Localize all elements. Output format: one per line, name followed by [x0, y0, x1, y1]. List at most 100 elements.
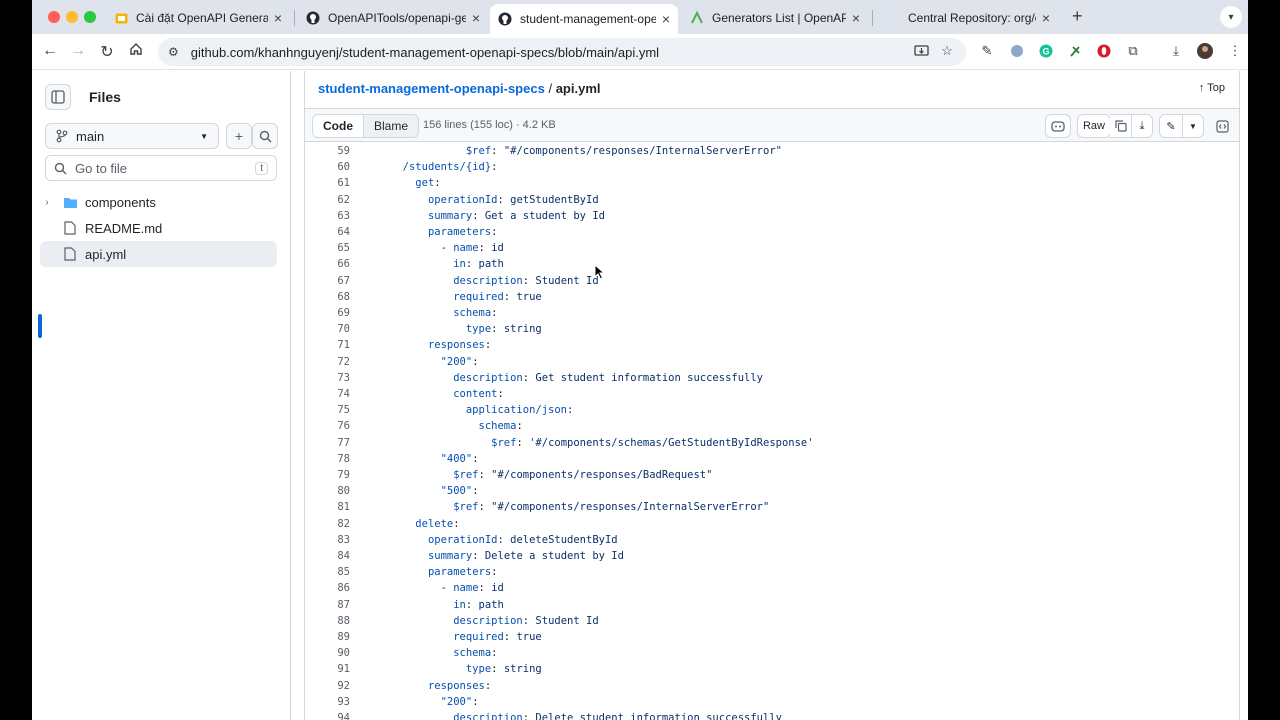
bookmark-star-icon[interactable]: ☆ — [938, 42, 956, 60]
top-link[interactable]: ↑ Top — [1199, 82, 1225, 94]
line-number[interactable]: 81 — [305, 499, 350, 515]
line-number[interactable]: 72 — [305, 354, 350, 370]
line-number[interactable]: 78 — [305, 451, 350, 467]
symbols-panel-button[interactable] — [1211, 114, 1233, 138]
line-number[interactable]: 69 — [305, 305, 350, 321]
line-number[interactable]: 71 — [305, 337, 350, 353]
line-number[interactable]: 67 — [305, 273, 350, 289]
line-number[interactable]: 92 — [305, 678, 350, 694]
close-tab-icon[interactable]: × — [472, 10, 480, 26]
tree-item-readme[interactable]: README.md — [40, 215, 277, 241]
line-number[interactable]: 59 — [305, 143, 350, 159]
copilot-button[interactable] — [1045, 114, 1071, 138]
browser-tab-4[interactable]: Generators List | OpenAPI Ge × — [682, 4, 868, 32]
menu-kebab-icon[interactable]: ⋮ — [1226, 42, 1244, 60]
tab-blame[interactable]: Blame — [364, 115, 418, 137]
browser-tab-2[interactable]: OpenAPITools/openapi-gener × — [298, 4, 488, 32]
forward-icon[interactable]: → — [68, 42, 88, 60]
reload-icon[interactable]: ↻ — [97, 42, 117, 62]
line-number[interactable]: 84 — [305, 548, 350, 564]
line-number[interactable]: 73 — [305, 370, 350, 386]
address-text: github.com/khanhnguyenj/student-manageme… — [190, 44, 660, 60]
opera-icon[interactable] — [1095, 42, 1113, 60]
minimize-window-button[interactable] — [66, 11, 78, 23]
line-number[interactable]: 93 — [305, 694, 350, 710]
tab-search-icon[interactable]: ▾ — [1220, 6, 1242, 28]
line-number[interactable]: 91 — [305, 661, 350, 677]
back-icon[interactable]: ← — [40, 42, 60, 60]
code-viewer[interactable]: 59 $ref: "#/components/responses/Interna… — [305, 143, 1239, 720]
code-text: $ref: "#/components/responses/InternalSe… — [465, 145, 782, 157]
profile-avatar[interactable] — [1196, 42, 1214, 60]
line-number[interactable]: 60 — [305, 159, 350, 175]
line-number[interactable]: 94 — [305, 710, 350, 720]
search-files-button[interactable] — [252, 123, 278, 149]
breadcrumb-repo-link[interactable]: student-management-openapi-specs — [318, 81, 545, 96]
line-number[interactable]: 90 — [305, 645, 350, 661]
close-tab-icon[interactable]: × — [662, 11, 670, 27]
browser-tab-3-active[interactable]: student-management-openap × — [490, 4, 678, 34]
edit-options-button[interactable]: ▼ — [1182, 114, 1204, 138]
line-number[interactable]: 77 — [305, 435, 350, 451]
go-to-file-input[interactable]: Go to file t — [45, 155, 277, 181]
tree-item-api-yml[interactable]: api.yml — [40, 241, 277, 267]
line-number[interactable]: 75 — [305, 402, 350, 418]
site-settings-icon[interactable]: ⚙ — [168, 45, 179, 59]
yaml-key: schema — [453, 647, 492, 660]
code-line: 61 get: — [305, 175, 1239, 191]
extensions-puzzle-icon[interactable]: ⧉ — [1124, 42, 1142, 60]
copy-raw-button[interactable] — [1110, 114, 1132, 138]
line-number[interactable]: 62 — [305, 192, 350, 208]
line-number[interactable]: 68 — [305, 289, 350, 305]
extension-tool-icon[interactable] — [1066, 42, 1084, 60]
blank-page-icon — [886, 11, 900, 25]
line-number[interactable]: 76 — [305, 418, 350, 434]
yaml-key: parameters — [427, 226, 492, 238]
grammarly-icon[interactable]: G — [1037, 42, 1055, 60]
line-number[interactable]: 70 — [305, 321, 350, 337]
yaml-value: path — [478, 258, 504, 271]
yaml-key: operationId — [427, 193, 498, 206]
new-tab-icon[interactable]: + — [1072, 6, 1083, 27]
line-number[interactable]: 79 — [305, 467, 350, 483]
close-tab-icon[interactable]: × — [1042, 10, 1050, 26]
close-window-button[interactable] — [48, 11, 60, 23]
add-file-button[interactable]: + — [226, 123, 252, 149]
line-number[interactable]: 88 — [305, 613, 350, 629]
line-number[interactable]: 65 — [305, 240, 350, 256]
line-number[interactable]: 61 — [305, 175, 350, 191]
yaml-value: "#/components/responses/InternalServerEr… — [491, 501, 770, 514]
address-bar[interactable]: ⚙ github.com/khanhnguyenj/student-manage… — [158, 38, 966, 66]
yaml-value: Delete a student by Id — [484, 550, 624, 562]
chevron-right-icon[interactable]: › — [40, 197, 54, 208]
tab-code[interactable]: Code — [313, 115, 364, 137]
extension-pen-icon[interactable]: ✎ — [978, 42, 996, 60]
branch-selector[interactable]: main ▼ — [45, 123, 219, 149]
browser-tab-5[interactable]: Central Repository: org/openc × — [878, 4, 1058, 32]
line-number[interactable]: 87 — [305, 597, 350, 613]
tree-item-components[interactable]: › components — [40, 189, 277, 215]
maximize-window-button[interactable] — [84, 11, 96, 23]
line-number[interactable]: 82 — [305, 516, 350, 532]
line-number[interactable]: 83 — [305, 532, 350, 548]
download-raw-button[interactable]: ⤓ — [1131, 114, 1153, 138]
extension-circle-icon[interactable] — [1008, 42, 1026, 60]
close-tab-icon[interactable]: × — [852, 10, 860, 26]
line-number[interactable]: 86 — [305, 580, 350, 596]
line-number[interactable]: 80 — [305, 483, 350, 499]
line-number[interactable]: 85 — [305, 564, 350, 580]
browser-tab-1[interactable]: Cài đặt OpenAPI Generator C × — [106, 4, 290, 32]
install-app-icon[interactable] — [912, 42, 930, 60]
line-number[interactable]: 74 — [305, 386, 350, 402]
line-number[interactable]: 66 — [305, 256, 350, 272]
home-icon[interactable] — [126, 42, 146, 61]
plus-icon: + — [234, 128, 244, 144]
line-number[interactable]: 89 — [305, 629, 350, 645]
raw-button[interactable]: Raw — [1077, 114, 1111, 138]
edit-file-button[interactable]: ✎ — [1159, 114, 1183, 138]
line-number[interactable]: 63 — [305, 208, 350, 224]
download-icon[interactable]: ⤓ — [1167, 42, 1185, 60]
close-tab-icon[interactable]: × — [274, 10, 282, 26]
line-number[interactable]: 64 — [305, 224, 350, 240]
collapse-sidebar-button[interactable] — [45, 84, 71, 110]
